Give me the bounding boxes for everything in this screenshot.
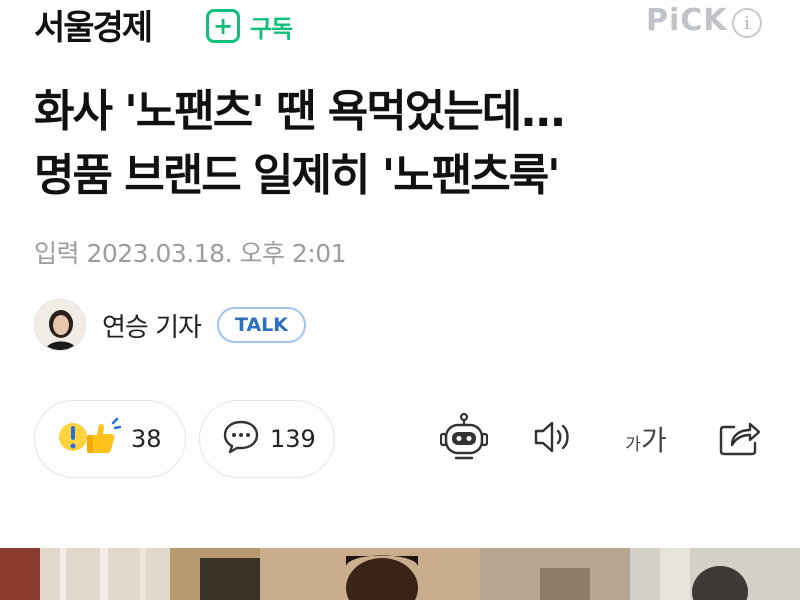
published-date: 입력 2023.03.18. 오후 2:01 bbox=[34, 239, 347, 268]
speaker-icon bbox=[532, 419, 576, 459]
font-size-small-label: 가 bbox=[625, 435, 641, 455]
info-icon[interactable]: i bbox=[732, 8, 762, 38]
reaction-button[interactable]: 38 bbox=[34, 400, 186, 478]
article-header: 서울경제 + 구독 PiCK i bbox=[0, 0, 800, 60]
headline-line-2: 명품 브랜드 일제히 '노팬츠룩' bbox=[34, 150, 561, 201]
comment-button[interactable]: 139 bbox=[199, 400, 335, 478]
summary-bot-button[interactable] bbox=[439, 412, 489, 466]
article-photo[interactable] bbox=[0, 548, 800, 600]
share-button[interactable] bbox=[716, 414, 764, 464]
reporter-row: 연승 기자 TALK bbox=[34, 298, 306, 352]
talk-button[interactable]: TALK bbox=[216, 307, 306, 343]
plus-icon: + bbox=[206, 9, 240, 43]
pick-label: PiCK bbox=[646, 3, 728, 38]
headline-line-1: 화사 '노팬츠' 땐 욕먹었는데... bbox=[34, 86, 566, 137]
subscribe-label: 구독 bbox=[250, 14, 293, 43]
article-headline: 화사 '노팬츠' 땐 욕먹었는데... 명품 브랜드 일제히 '노팬츠룩' bbox=[34, 80, 774, 208]
comment-count: 139 bbox=[270, 425, 316, 453]
reaction-icon bbox=[57, 417, 122, 461]
comment-icon bbox=[222, 419, 260, 459]
reporter-name[interactable]: 연승 기자 bbox=[102, 307, 202, 344]
font-size-button[interactable]: 가가 bbox=[618, 414, 674, 464]
share-icon bbox=[718, 417, 762, 461]
reaction-count: 38 bbox=[131, 425, 162, 453]
font-size-icon: 가가 bbox=[625, 419, 666, 459]
font-size-large-label: 가 bbox=[640, 424, 667, 457]
press-name[interactable]: 서울경제 bbox=[34, 0, 153, 49]
subscribe-button[interactable]: + 구독 bbox=[206, 7, 293, 45]
robot-summary-icon bbox=[439, 412, 489, 466]
text-to-speech-button[interactable] bbox=[530, 414, 578, 464]
reporter-avatar[interactable] bbox=[34, 299, 86, 351]
